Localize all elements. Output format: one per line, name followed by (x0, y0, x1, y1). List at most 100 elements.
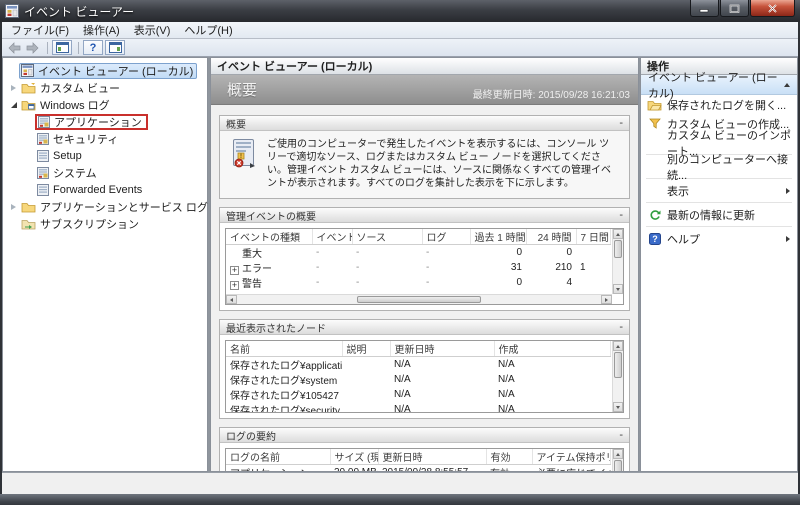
expander-collapsed-icon[interactable] (8, 84, 19, 91)
application-log-icon (38, 115, 50, 128)
horizontal-scrollbar[interactable] (226, 294, 612, 304)
column-header[interactable]: ログ (422, 229, 471, 245)
tree-item-event-viewer-root[interactable]: イベント ビューアー (ローカル) (3, 62, 207, 79)
subscriptions-icon (21, 218, 36, 230)
vertical-scrollbar[interactable] (612, 449, 623, 471)
actions-separator (646, 202, 792, 203)
maximize-button[interactable] (720, 0, 749, 17)
column-header[interactable]: 名前 (226, 341, 343, 357)
section-overview: 概要 - ! ご使用のコンピューターで発生したイベントを表示するには、コンソール… (219, 115, 630, 199)
tree-item-setup-log[interactable]: Setup (3, 147, 207, 164)
tree-item-label: Setup (53, 149, 82, 162)
vertical-scrollbar[interactable] (612, 341, 623, 412)
forward-button[interactable] (25, 41, 40, 54)
collapse-icon[interactable]: - (619, 429, 623, 440)
menu-action[interactable]: 操作(A) (76, 21, 127, 40)
expand-plus-icon[interactable]: + (230, 266, 239, 275)
table-row[interactable]: + エラー - - - 31 210 1 (226, 260, 611, 275)
scroll-up-button[interactable] (613, 341, 623, 351)
tree-item-label: Forwarded Events (53, 183, 143, 196)
tree-item-apps-services-logs[interactable]: アプリケーションとサービス ログ (3, 198, 208, 215)
scroll-left-button[interactable] (226, 295, 237, 304)
table-row[interactable]: + 警告 - - - 0 4 (226, 275, 611, 290)
scroll-up-button[interactable] (613, 449, 623, 459)
tree-item-subscriptions[interactable]: サブスクリプション (3, 215, 207, 232)
close-button[interactable] (750, 0, 795, 17)
column-header[interactable]: 有効 (486, 449, 533, 465)
expand-plus-icon[interactable]: + (230, 281, 239, 290)
table-row[interactable]: アプリケーション20.00 MB/... 2015/09/28 8:55:57有… (226, 465, 611, 471)
tree-item-label: システム (53, 167, 97, 180)
scrollbar-thumb[interactable] (357, 296, 481, 303)
scroll-down-button[interactable] (613, 402, 623, 412)
section-title: 概要 (226, 119, 246, 131)
expander-expanded-icon[interactable] (8, 101, 19, 108)
scrollbar-thumb[interactable] (614, 240, 622, 258)
table-row[interactable]: 保存されたログ¥application N/A N/A (226, 357, 611, 372)
table-row[interactable]: 保存されたログ¥security N/A N/A (226, 402, 611, 412)
section-log-summary-header[interactable]: ログの要約 - (220, 428, 629, 443)
action-label: 保存されたログを開く... (667, 99, 787, 112)
section-overview-header[interactable]: 概要 - (220, 116, 629, 131)
vertical-scrollbar[interactable] (612, 229, 623, 294)
tree-item-system-log[interactable]: システム (3, 164, 207, 181)
show-hide-action-pane-button[interactable] (105, 40, 125, 55)
overview-content: 概要 - ! ご使用のコンピューターで発生したイベントを表示するには、コンソール… (211, 106, 638, 471)
column-header[interactable]: 作成 (494, 341, 611, 357)
help-toolbar-button[interactable]: ? (83, 40, 103, 55)
column-header[interactable]: サイズ (現... (330, 449, 379, 465)
action-connect-to-another-computer[interactable]: 別のコンピューターへ接続... (641, 154, 797, 182)
toolbar-separator (78, 41, 79, 54)
table-row[interactable]: 保存されたログ¥system N/A N/A (226, 372, 611, 387)
scroll-up-button[interactable] (613, 229, 623, 239)
collapse-up-icon[interactable] (784, 82, 790, 87)
collapse-icon[interactable]: - (619, 321, 623, 332)
column-header[interactable]: アイテム保持ポリシ... (532, 449, 611, 465)
actions-section-header[interactable]: イベント ビューアー (ローカル) (641, 72, 797, 100)
scroll-right-button[interactable] (601, 295, 612, 304)
recent-nodes-table: 名前 説明 更新日時 作成 保存されたログ¥application N/A N/A (225, 340, 624, 413)
column-header[interactable]: ログの名前 (226, 449, 331, 465)
help-icon: ? (647, 232, 662, 245)
scroll-down-button[interactable] (613, 284, 623, 294)
svg-text:?: ? (652, 234, 658, 244)
action-refresh[interactable]: 最新の情報に更新 (641, 205, 797, 224)
show-hide-console-tree-button[interactable] (52, 40, 72, 55)
column-header[interactable]: 過去 1 時間 (470, 229, 527, 245)
action-import-custom-view[interactable]: カスタム ビューのインポート... (641, 130, 797, 158)
section-admin-events-header[interactable]: 管理イベントの概要 - (220, 208, 629, 223)
table-row[interactable]: 重大 - - - 0 0 (226, 245, 611, 260)
column-header[interactable]: ソース (352, 229, 423, 245)
table-row[interactable]: 保存されたログ¥105427 N/A N/A (226, 387, 611, 402)
column-header[interactable]: 更新日時 (390, 341, 495, 357)
menu-file[interactable]: ファイル(F) (4, 21, 76, 40)
scrollbar-thumb[interactable] (614, 352, 622, 378)
submenu-arrow-icon (786, 235, 790, 242)
column-header[interactable]: イベント ID (312, 229, 353, 245)
column-header[interactable]: 更新日時 (378, 449, 487, 465)
tree-item-custom-views[interactable]: カスタム ビュー (3, 79, 207, 96)
minimize-button[interactable] (690, 0, 719, 17)
column-header[interactable]: 7 日間 (576, 229, 611, 245)
tree-item-label: カスタム ビュー (40, 82, 121, 95)
tree-item-forwarded-events-log[interactable]: Forwarded Events (3, 181, 207, 198)
tree-item-windows-logs[interactable]: Windows ログ (3, 96, 207, 113)
collapse-icon[interactable]: - (619, 209, 623, 220)
column-header[interactable]: 説明 (342, 341, 391, 357)
menu-view[interactable]: 表示(V) (127, 21, 178, 40)
section-recent-nodes-header[interactable]: 最近表示されたノード - (220, 320, 629, 335)
expander-collapsed-icon[interactable] (8, 203, 19, 210)
collapse-icon[interactable]: - (619, 117, 623, 128)
tree-item-security-log[interactable]: セキュリティ (3, 130, 207, 147)
action-view[interactable]: 表示 (641, 181, 797, 200)
column-header[interactable]: 24 時間 (526, 229, 577, 245)
action-help[interactable]: ? ヘルプ (641, 229, 797, 248)
column-header[interactable]: イベントの種類 (226, 229, 313, 245)
back-button[interactable] (7, 41, 22, 54)
tree-item-label: アプリケーションとサービス ログ (40, 201, 208, 214)
menu-help[interactable]: ヘルプ(H) (177, 21, 239, 40)
scrollbar-thumb[interactable] (614, 460, 622, 471)
refresh-icon (647, 209, 662, 221)
window-bottom-border (0, 494, 800, 505)
tree-item-application-log[interactable]: アプリケーション (3, 113, 207, 130)
